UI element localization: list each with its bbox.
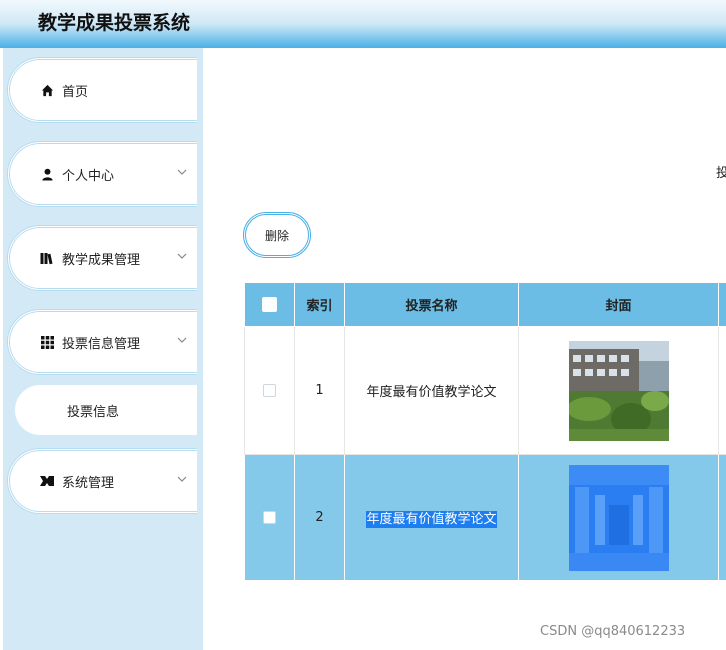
chevron-down-icon [177,337,187,343]
home-icon [40,82,54,98]
column-header-index[interactable]: 索引 [294,282,345,327]
sidebar-item-label: 个人中心 [62,169,115,184]
row-more-cell [718,454,726,581]
chevron-down-icon [177,253,187,259]
sidebar-item-label: 首页 [62,85,89,100]
sidebar-item-personal-center[interactable]: 个人中心 [7,141,197,207]
user-icon [40,166,54,182]
row-cover-cell [518,326,719,455]
row-select-cell [244,326,295,455]
sidebar-item-label: 投票信息管理 [62,337,141,352]
table-row[interactable]: 2 年度最有价值教学论文 [244,454,726,581]
row-select-cell [244,454,295,581]
vote-table: 索引 投票名称 封面 1 年度最有价值教学论文 2 年度最有价值教学论文 [244,282,726,581]
row-name-cell: 年度最有价值教学论文 [344,454,519,581]
row-name: 年度最有价值教学论文 [344,326,519,455]
sidebar-item-home[interactable]: 首页 [7,57,197,123]
chevron-down-icon [177,476,187,482]
row-index: 2 [294,454,345,581]
sidebar-item-label: 投票信息 [67,405,120,420]
books-icon [40,250,54,266]
sidebar-subitem-vote-info[interactable]: 投票信息 [15,385,197,435]
system-icon [40,473,54,489]
sidebar-item-teaching-results[interactable]: 教学成果管理 [7,225,197,291]
sidebar-item-label: 教学成果管理 [62,253,141,268]
row-checkbox[interactable] [263,511,276,524]
cover-image[interactable] [568,464,669,571]
app-title: 教学成果投票系统 [38,12,191,34]
row-name: 年度最有价值教学论文 [366,511,497,528]
table-row[interactable]: 1 年度最有价值教学论文 [244,326,726,455]
sidebar: 首页 个人中心 教学成果管理 投票信息管理 投票信息 系统管理 [3,48,203,650]
row-checkbox[interactable] [263,384,276,397]
delete-button[interactable]: 删除 [243,212,311,258]
chevron-down-icon [177,169,187,175]
page-title-truncated: 投 [716,166,726,181]
top-bar: 教学成果投票系统 [0,0,726,48]
sidebar-item-vote-management[interactable]: 投票信息管理 [7,309,197,375]
select-all-checkbox[interactable] [262,297,277,312]
column-header-cover[interactable]: 封面 [518,282,719,327]
watermark: CSDN @qq840612233 [540,624,686,639]
column-header-name[interactable]: 投票名称 [344,282,519,327]
cover-image[interactable] [568,340,669,441]
grid-icon [40,334,54,350]
sidebar-item-label: 系统管理 [62,476,115,491]
row-more-cell [718,326,726,455]
row-index: 1 [294,326,345,455]
select-all-header [244,282,295,327]
table-header-row: 索引 投票名称 封面 [244,282,726,327]
sidebar-item-system-management[interactable]: 系统管理 [7,448,197,514]
row-cover-cell [518,454,719,581]
column-header-more [718,282,726,327]
